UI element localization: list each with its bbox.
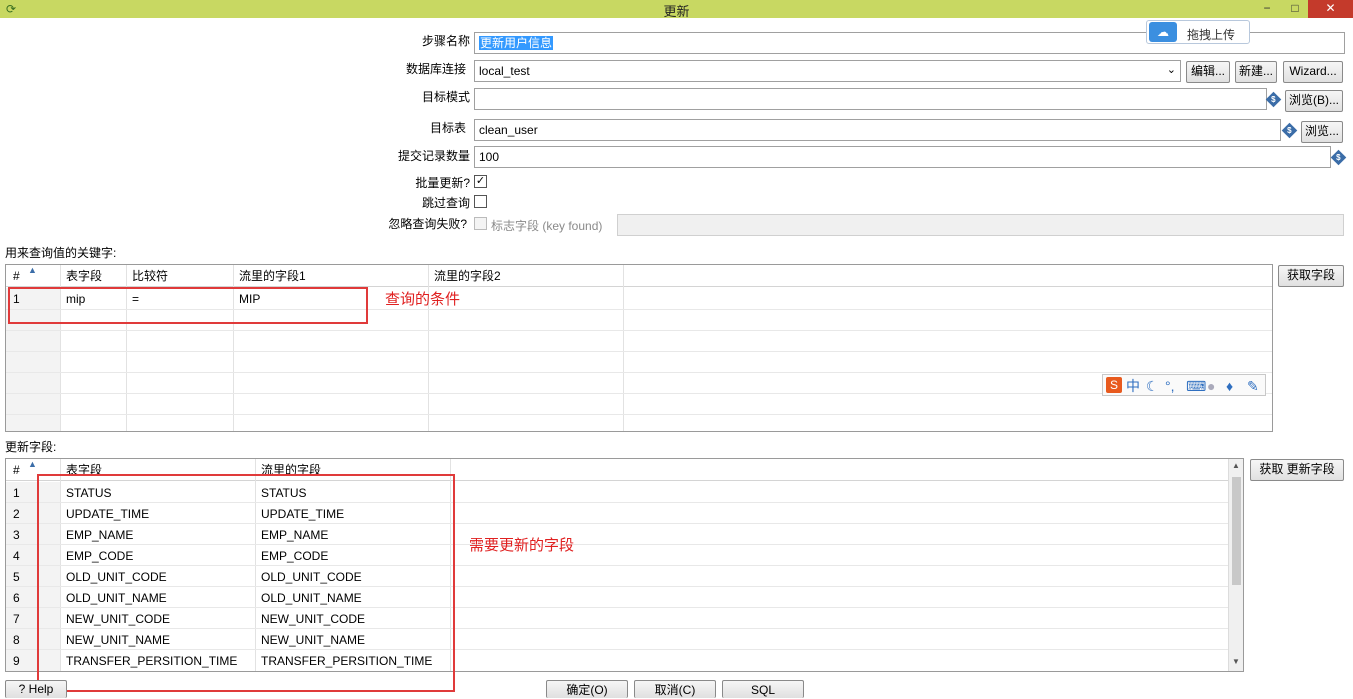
ok-button[interactable]: 确定(O) bbox=[546, 680, 628, 698]
skip-lookup-label: 跳过查询 bbox=[421, 196, 470, 210]
sogou-icon[interactable]: S bbox=[1106, 377, 1122, 393]
skin-icon[interactable]: ♦ bbox=[1226, 378, 1233, 394]
column-header[interactable]: 比较符 bbox=[132, 269, 168, 283]
ignore-lookup-fail-label: 忽略查询失败? bbox=[388, 217, 467, 231]
row-divider bbox=[6, 393, 1272, 394]
row-number: 5 bbox=[13, 570, 20, 584]
column-header[interactable]: # bbox=[13, 463, 20, 477]
title-bar: ⟳ 更新 − □ ✕ bbox=[0, 0, 1353, 19]
db-connection-select[interactable]: local_test ⌄ bbox=[474, 60, 1181, 82]
row-number: 4 bbox=[13, 549, 20, 563]
wrench-icon[interactable]: ✎ bbox=[1247, 378, 1259, 394]
keys-section-label: 用来查询值的关键字: bbox=[5, 246, 117, 260]
ime-toolbar: S 中 ☾ °, ⌨ ● ♦ ✎ bbox=[1102, 374, 1266, 396]
help-icon: ? bbox=[18, 682, 26, 696]
row-divider bbox=[6, 372, 1272, 373]
row-divider bbox=[6, 414, 1272, 415]
cloud-upload-widget[interactable]: ☁ 拖拽上传 bbox=[1146, 20, 1250, 44]
lookup-condition-highlight bbox=[8, 287, 368, 324]
scroll-up-icon[interactable]: ▲ bbox=[1232, 461, 1240, 470]
user-icon[interactable]: ● bbox=[1207, 378, 1215, 394]
variable-icon: $ bbox=[1281, 122, 1298, 139]
cloud-upload-label: 拖拽上传 bbox=[1187, 28, 1236, 42]
row-divider bbox=[6, 351, 1272, 352]
row-number: 1 bbox=[13, 486, 20, 500]
skip-lookup-checkbox[interactable] bbox=[474, 195, 487, 208]
ignore-lookup-fail-checkbox[interactable] bbox=[474, 217, 487, 230]
row-number: 2 bbox=[13, 507, 20, 521]
target-table-input[interactable]: clean_user bbox=[474, 119, 1281, 141]
batch-update-label: 批量更新? bbox=[415, 176, 470, 190]
update-section-label: 更新字段: bbox=[5, 440, 57, 454]
minimize-button[interactable]: − bbox=[1253, 0, 1281, 18]
wizard-button[interactable]: Wizard... bbox=[1283, 61, 1343, 83]
keyboard-icon[interactable]: ⌨ bbox=[1186, 378, 1206, 394]
target-table-label: 目标表 bbox=[429, 121, 466, 135]
browse-schema-button[interactable]: 浏览(B)... bbox=[1285, 90, 1343, 112]
cloud-icon: ☁ bbox=[1149, 22, 1177, 42]
column-header[interactable]: 流里的字段2 bbox=[434, 269, 501, 283]
help-button[interactable]: ? Help bbox=[5, 680, 67, 698]
chinese-mode-icon[interactable]: 中 bbox=[1126, 378, 1140, 394]
update-fields-highlight bbox=[37, 474, 455, 692]
vertical-scrollbar[interactable]: ▲ ▼ bbox=[1228, 459, 1243, 671]
punctuation-icon[interactable]: °, bbox=[1165, 378, 1175, 394]
new-connection-button[interactable]: 新建... bbox=[1235, 61, 1277, 83]
sort-up-icon: ▲ bbox=[28, 459, 37, 469]
lookup-condition-annotation: 查询的条件 bbox=[385, 291, 461, 308]
row-divider bbox=[6, 330, 1272, 331]
commit-size-label: 提交记录数量 bbox=[397, 149, 470, 163]
sort-up-icon: ▲ bbox=[28, 265, 37, 275]
browse-table-button[interactable]: 浏览... bbox=[1301, 121, 1343, 143]
variable-icon: $ bbox=[1330, 149, 1347, 166]
get-fields-button[interactable]: 获取字段 bbox=[1278, 265, 1344, 287]
batch-update-checkbox[interactable]: ✓ bbox=[474, 175, 487, 188]
close-button[interactable]: ✕ bbox=[1308, 0, 1353, 18]
row-number: 9 bbox=[13, 654, 20, 668]
window-title: 更新 bbox=[663, 4, 690, 19]
row-number: 6 bbox=[13, 591, 20, 605]
column-header[interactable]: 表字段 bbox=[66, 269, 102, 283]
update-fields-annotation: 需要更新的字段 bbox=[469, 537, 575, 554]
variable-icon: $ bbox=[1265, 91, 1282, 108]
db-connection-value: local_test bbox=[479, 64, 530, 78]
column-header[interactable]: 流里的字段1 bbox=[239, 269, 306, 283]
help-label: Help bbox=[28, 682, 54, 696]
row-number: 3 bbox=[13, 528, 20, 542]
step-name-label: 步骤名称 bbox=[421, 34, 470, 48]
get-update-fields-button[interactable]: 获取 更新字段 bbox=[1250, 459, 1344, 481]
commit-size-input[interactable]: 100 bbox=[474, 146, 1331, 168]
sql-button[interactable]: SQL bbox=[722, 680, 804, 698]
keys-table-header: # ▲ 表字段 比较符 流里的字段1 流里的字段2 bbox=[6, 265, 1272, 287]
scrollbar-thumb[interactable] bbox=[1232, 477, 1241, 585]
cancel-button[interactable]: 取消(C) bbox=[634, 680, 716, 698]
row-number: 8 bbox=[13, 633, 20, 647]
target-schema-label: 目标模式 bbox=[421, 90, 470, 104]
step-name-value: 更新用户信息 bbox=[479, 36, 554, 50]
row-number: 7 bbox=[13, 612, 20, 626]
target-schema-input[interactable] bbox=[474, 88, 1267, 110]
maximize-button[interactable]: □ bbox=[1281, 0, 1309, 18]
chevron-down-icon[interactable]: ⌄ bbox=[1167, 63, 1176, 77]
column-header[interactable]: # bbox=[13, 269, 20, 283]
moon-icon[interactable]: ☾ bbox=[1146, 378, 1159, 394]
flag-field-label: 标志字段 (key found) bbox=[491, 219, 603, 233]
flag-field-input[interactable] bbox=[617, 214, 1344, 236]
scroll-down-icon[interactable]: ▼ bbox=[1232, 657, 1240, 666]
db-connection-label: 数据库连接 bbox=[405, 62, 466, 76]
edit-connection-button[interactable]: 编辑... bbox=[1186, 61, 1230, 83]
